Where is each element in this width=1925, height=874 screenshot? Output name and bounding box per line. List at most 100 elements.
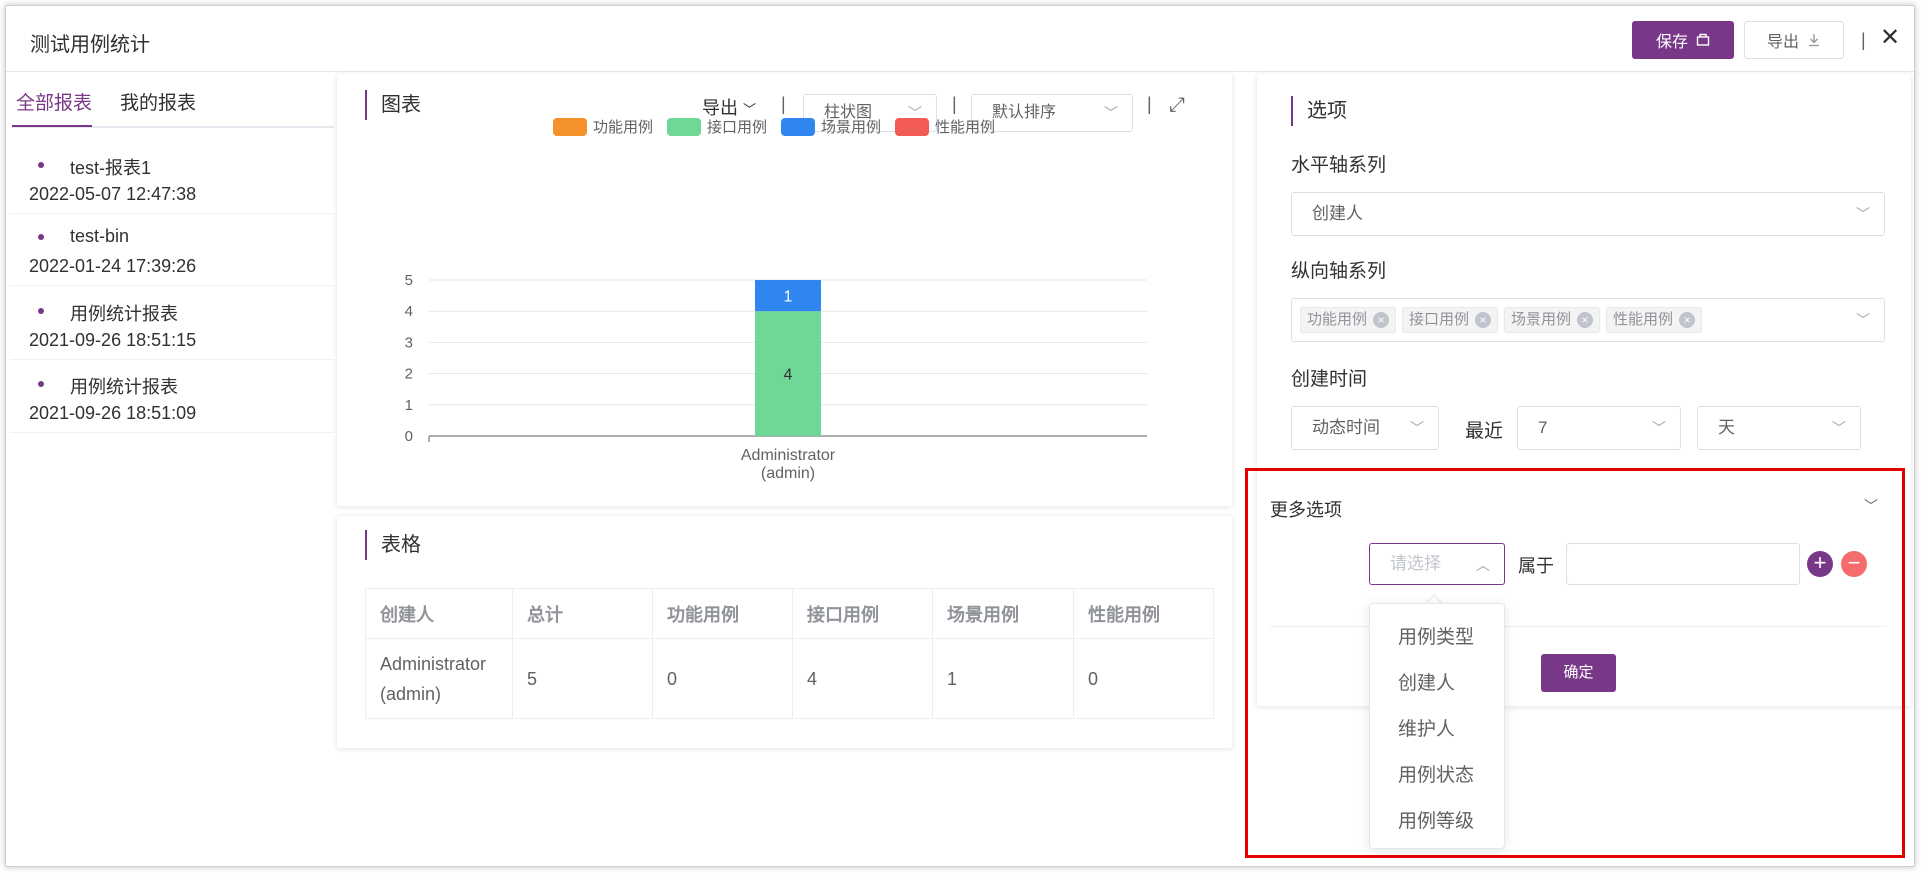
- page-title: 测试用例统计: [30, 34, 150, 56]
- save-icon: [1696, 33, 1710, 46]
- column-header: 总计: [512, 588, 653, 639]
- table-panel: 表格 创建人 总计 功能用例 接口用例 场景用例 性能用例 Administra…: [337, 516, 1232, 748]
- column-header: 功能用例: [652, 588, 793, 639]
- report-list-item[interactable]: 用例统计报表 2021-09-26 18:51:15: [10, 290, 334, 360]
- table-cell: 5: [512, 638, 653, 719]
- x-tick-label: Administrator: [741, 447, 836, 464]
- bullet-icon: [38, 308, 44, 314]
- options-title: 选项: [1291, 96, 1347, 126]
- tag-label: 场景用例: [1511, 311, 1572, 328]
- tag-close-icon[interactable]: ×: [1475, 312, 1492, 328]
- legend-swatch: [895, 117, 930, 136]
- tag-close-icon[interactable]: ×: [1679, 312, 1696, 328]
- report-name: 用例统计报表: [70, 304, 178, 324]
- chart-legend: 功能用例 接口用例 场景用例 性能用例: [553, 116, 995, 137]
- bullet-icon: [38, 381, 44, 387]
- y-tick-label: 4: [405, 303, 413, 320]
- more-options-label[interactable]: 更多选项: [1270, 496, 1342, 522]
- dropdown-option[interactable]: 用例等级: [1398, 806, 1474, 833]
- dropdown-option[interactable]: 用例状态: [1398, 760, 1474, 787]
- dropdown-option[interactable]: 创建人: [1398, 668, 1455, 695]
- y-axis-label: 纵向轴系列: [1291, 261, 1387, 282]
- report-time: 2022-01-24 17:39:26: [29, 256, 197, 276]
- y-axis-multiselect[interactable]: 功能用例 × 接口用例 × 场景用例 × 性能用例 × ﹀: [1291, 298, 1885, 342]
- chevron-down-icon: ﹀: [1104, 105, 1118, 121]
- export-button[interactable]: 导出: [1744, 21, 1844, 59]
- y-tick-label: 1: [405, 397, 413, 414]
- time-mode-select[interactable]: 动态时间 ﹀: [1291, 406, 1439, 450]
- legend-label: 功能用例: [593, 119, 654, 136]
- y-axis-tag: 接口用例 ×: [1402, 307, 1499, 333]
- chevron-down-icon: ﹀: [1410, 420, 1424, 436]
- time-unit-value: 天: [1718, 418, 1735, 437]
- filter-dropdown-menu: 用例类型 创建人 维护人 用例状态 用例等级: [1369, 603, 1505, 849]
- tag-close-icon[interactable]: ×: [1373, 312, 1390, 328]
- column-header: 接口用例: [792, 588, 933, 639]
- dropdown-option[interactable]: 维护人: [1398, 714, 1455, 741]
- table-cell: 1: [932, 638, 1074, 719]
- report-sidebar: 全部报表 我的报表 test-报表1 2022-05-07 12:47:38 t…: [6, 72, 334, 868]
- table-cell: 4: [792, 638, 933, 719]
- filter-placeholder: 请选择: [1390, 554, 1441, 573]
- tab-all-reports[interactable]: 全部报表: [16, 88, 92, 115]
- add-filter-icon[interactable]: +: [1807, 551, 1833, 577]
- dropdown-option[interactable]: 用例类型: [1398, 622, 1474, 649]
- legend-label: 性能用例: [935, 119, 996, 136]
- chart-panel: 图表 导出 ﹀ | 柱状图 ﹀ | 默认排序 ﹀ | ⤢ 功能用例 接口用例 场…: [337, 74, 1232, 506]
- tag-label: 功能用例: [1307, 311, 1368, 328]
- recent-value-select[interactable]: 7 ﹀: [1517, 406, 1681, 450]
- remove-filter-icon[interactable]: −: [1841, 551, 1867, 577]
- x-axis-label: 水平轴系列: [1291, 155, 1387, 176]
- report-list-item[interactable]: 用例统计报表 2021-09-26 18:51:09: [10, 363, 334, 433]
- filter-value-input[interactable]: [1566, 543, 1800, 585]
- tag-label: 性能用例: [1613, 311, 1674, 328]
- fullscreen-icon[interactable]: ⤢: [1169, 94, 1185, 117]
- report-name: 用例统计报表: [70, 377, 178, 397]
- recent-value: 7: [1538, 418, 1548, 437]
- table-cell: 0: [652, 638, 793, 719]
- time-unit-select[interactable]: 天 ﹀: [1697, 406, 1861, 450]
- legend-item[interactable]: 功能用例: [553, 116, 653, 137]
- y-tick-label: 0: [405, 428, 413, 445]
- legend-swatch: [553, 117, 587, 136]
- toolbar-separator: |: [952, 94, 957, 114]
- save-label: 保存: [1655, 34, 1688, 51]
- x-axis-select[interactable]: 创建人 ﹀: [1291, 192, 1885, 236]
- legend-item[interactable]: 场景用例: [781, 116, 881, 137]
- bar-data-label: 4: [784, 367, 793, 384]
- report-time: 2022-05-07 12:47:38: [29, 184, 197, 204]
- chevron-down-icon[interactable]: ﹀: [1864, 496, 1878, 516]
- confirm-button[interactable]: 确定: [1541, 654, 1616, 692]
- chevron-down-icon: ﹀: [743, 102, 757, 117]
- legend-label: 场景用例: [821, 119, 882, 136]
- save-button[interactable]: 保存: [1632, 21, 1734, 59]
- legend-item[interactable]: 性能用例: [895, 116, 995, 137]
- y-tick-label: 3: [405, 334, 413, 351]
- legend-swatch: [781, 117, 816, 136]
- y-axis-tag: 性能用例 ×: [1606, 307, 1703, 333]
- bullet-icon: [38, 162, 44, 168]
- report-list-item[interactable]: test-bin 2022-01-24 17:39:26: [10, 216, 334, 286]
- legend-label: 接口用例: [707, 119, 768, 136]
- x-tick-label: (admin): [761, 465, 815, 482]
- header-separator: |: [1861, 30, 1866, 50]
- filter-field-select[interactable]: 请选择 ﹀: [1369, 543, 1505, 585]
- legend-item[interactable]: 接口用例: [667, 116, 767, 137]
- chevron-down-icon: ﹀: [1652, 420, 1666, 436]
- tab-my-reports[interactable]: 我的报表: [120, 88, 196, 115]
- close-icon[interactable]: ✕: [1880, 26, 1900, 50]
- table-panel-title: 表格: [365, 530, 421, 560]
- bullet-icon: [38, 234, 44, 240]
- tab-active-indicator: [12, 125, 92, 127]
- table-header-row: 创建人 总计 功能用例 接口用例 场景用例 性能用例: [365, 588, 1214, 639]
- chart-panel-title: 图表: [365, 90, 421, 120]
- report-list-item[interactable]: test-报表1 2022-05-07 12:47:38: [10, 144, 334, 214]
- chevron-up-icon: ﹀: [1476, 556, 1490, 572]
- sort-select[interactable]: 默认排序 ﹀: [971, 94, 1133, 132]
- dialog-header: 测试用例统计 保存 导出 | ✕: [6, 6, 1914, 72]
- report-time: 2021-09-26 18:51:15: [29, 330, 197, 350]
- bar-chart: 0 1 2 3 4 5 4 1 Administrator(admin): [405, 272, 1147, 482]
- tag-close-icon[interactable]: ×: [1577, 312, 1594, 328]
- toolbar-separator: |: [781, 94, 786, 114]
- recent-label: 最近: [1465, 421, 1504, 442]
